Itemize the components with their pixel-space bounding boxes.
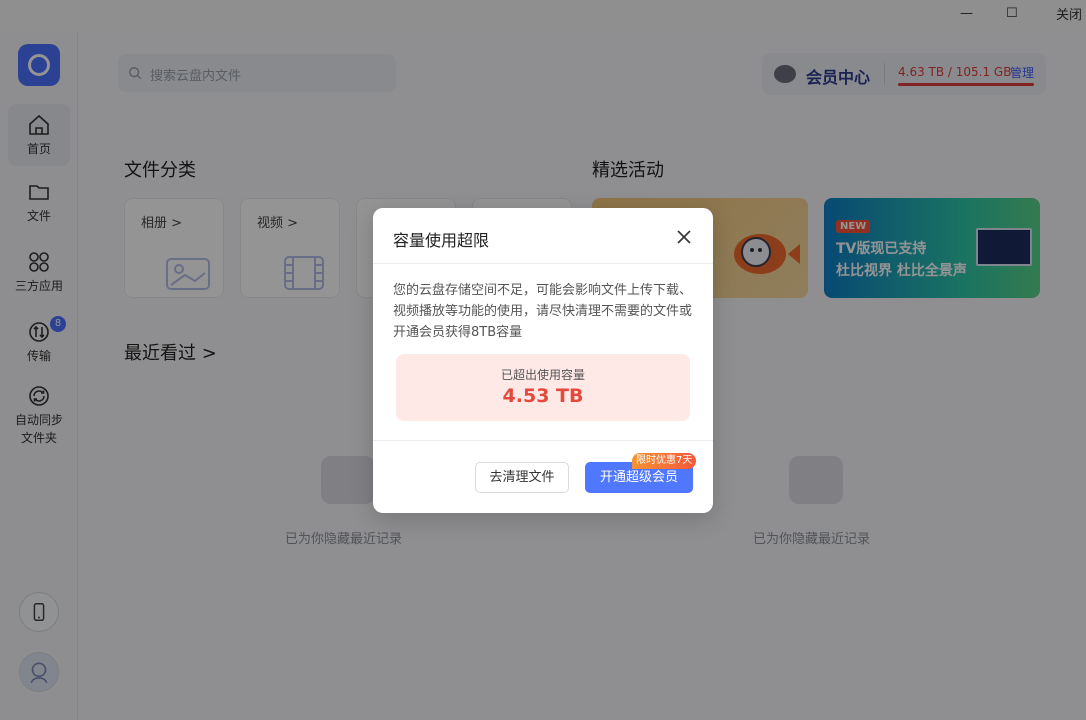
storage-exceeded-dialog: 容量使用超限 您的云盘存储空间不足，可能会影响文件上传下载、视频播放等功能的使用… [373, 208, 713, 513]
exceeded-caption: 已超出使用容量 [500, 368, 585, 382]
exceeded-value: 4.53 TB [502, 385, 584, 407]
dialog-divider [373, 263, 713, 264]
exceeded-usage-box: 已超出使用容量 4.53 TB [396, 354, 690, 421]
dialog-title: 容量使用超限 [393, 231, 490, 250]
clean-files-button[interactable]: 去清理文件 [475, 462, 569, 493]
limited-offer-tag: 限时优惠7天 [632, 453, 697, 469]
close-icon[interactable] [673, 226, 695, 248]
dialog-divider [373, 440, 713, 441]
dialog-message: 您的云盘存储空间不足，可能会影响文件上传下载、视频播放等功能的使用，请尽快清理不… [393, 283, 693, 340]
